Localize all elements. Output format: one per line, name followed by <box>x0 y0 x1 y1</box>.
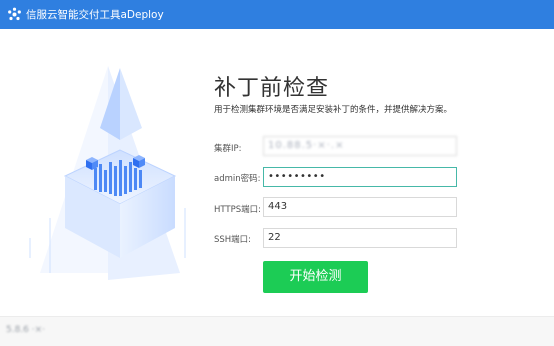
version-label: 5.8.6 ·×· <box>6 325 46 335</box>
page-title: 补丁前检查 <box>214 76 330 101</box>
app-logo-icon <box>8 7 21 21</box>
admin-password-input[interactable]: ••••••••• <box>263 167 457 187</box>
admin-password-label: admin密码: <box>214 174 261 184</box>
https-port-label: HTTPS端口: <box>214 205 262 215</box>
ssh-port-input[interactable]: 22 <box>263 228 457 248</box>
https-port-input[interactable]: 443 <box>263 197 457 217</box>
page-subtitle: 用于检测集群环境是否满足安装补丁的条件，并提供解决方案。 <box>214 105 453 115</box>
cluster-ip-label: 集群IP: <box>214 144 242 154</box>
status-bar: 5.8.6 ·×· <box>0 317 554 346</box>
title-bar: 信服云智能交付工具aDeploy <box>0 0 554 29</box>
pyramid-illustration <box>29 66 186 280</box>
window-title: 信服云智能交付工具aDeploy <box>26 9 164 21</box>
start-check-button[interactable]: 开始检测 <box>263 261 368 293</box>
ssh-port-label: SSH端口: <box>214 235 252 245</box>
cluster-ip-input[interactable]: 10.88.5·×·.× <box>263 136 457 156</box>
